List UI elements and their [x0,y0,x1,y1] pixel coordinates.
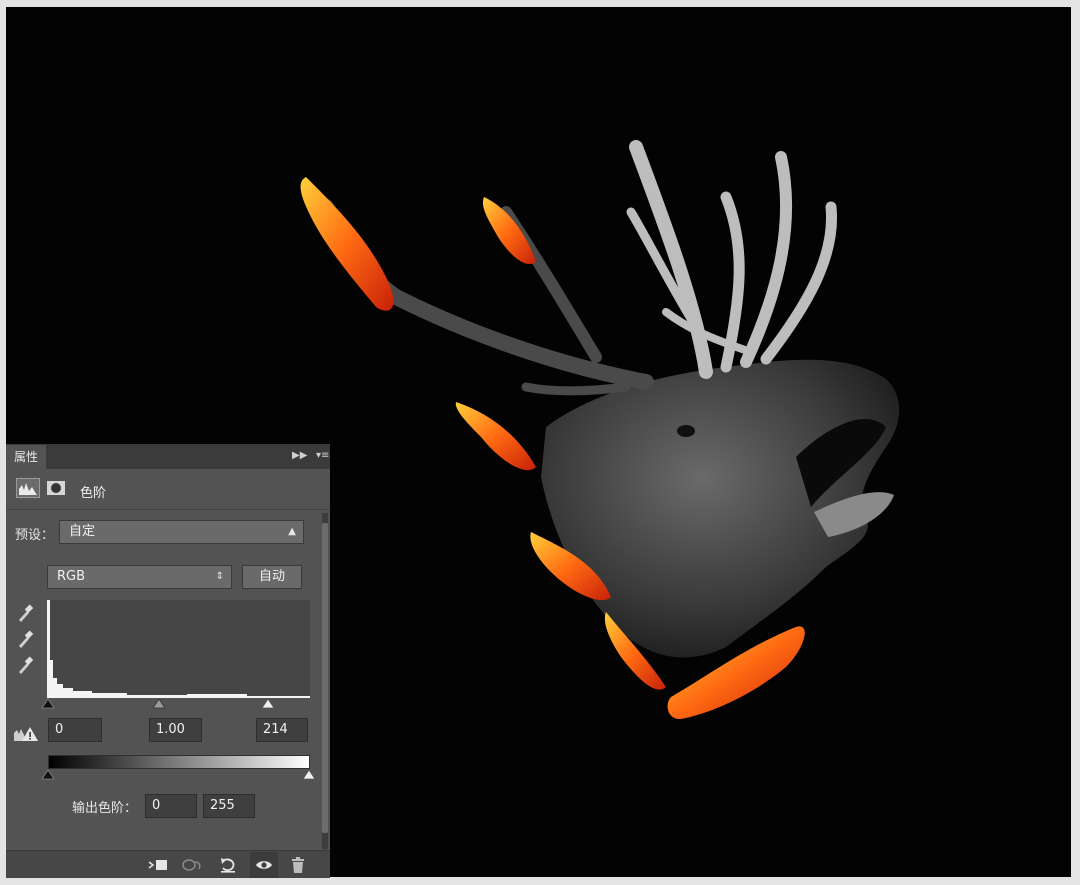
panel-bottom-toolbar [6,850,330,878]
adjustment-header: 色阶 [6,469,330,510]
panel-menu-icon[interactable]: ▾≡ [316,450,329,461]
eye-icon [256,861,272,869]
preset-label: 预设： [15,528,55,543]
adjustment-title: 色阶 [80,486,107,501]
output-gradient-bar [48,755,310,769]
preset-select[interactable]: 自定 ▲ [59,520,304,544]
input-white-field[interactable]: 214 [256,718,308,742]
clipping-warning-icon[interactable] [13,725,39,743]
panel-tab-bar: 属性 ▶▶ ▾≡ [6,445,330,469]
view-previous-state-icon[interactable] [181,856,205,874]
input-white-slider[interactable] [262,699,274,709]
output-white-slider[interactable] [303,770,315,780]
chevron-updown-icon: ▲ [288,526,296,537]
input-black-field[interactable]: 0 [48,718,102,742]
input-gamma-field[interactable]: 1.00 [149,718,202,742]
output-black-field[interactable]: 0 [145,794,197,818]
preset-value: 自定 [69,524,96,539]
eyedropper-white-icon[interactable] [16,655,34,675]
layer-mask-icon[interactable] [44,478,68,498]
input-gamma-slider[interactable] [153,699,165,709]
auto-button[interactable]: 自动 [242,565,302,589]
properties-panel: 属性 ▶▶ ▾≡ 色阶 预设： 自定 ▲ RGB ⇕ 自动 0 1.00 214… [6,444,330,878]
antlers-right [626,140,838,379]
levels-icon[interactable] [16,478,40,498]
trash-icon[interactable] [290,856,306,874]
levels-histogram [47,600,310,698]
panel-scrollbar[interactable] [322,513,328,849]
chevron-updown-icon: ⇕ [215,571,224,582]
tab-properties[interactable]: 属性 [6,445,46,469]
channel-value: RGB [57,569,86,584]
scrollbar-thumb[interactable] [322,523,328,833]
input-black-slider[interactable] [42,699,54,709]
output-white-field[interactable]: 255 [203,794,255,818]
output-levels-label: 输出色阶： [72,801,138,816]
eyedropper-gray-icon[interactable] [16,629,34,649]
visibility-toggle[interactable] [250,852,278,878]
double-chevron-right-icon[interactable]: ▶▶ [292,450,307,461]
clip-to-layer-icon[interactable] [147,856,169,874]
eyedropper-black-icon[interactable] [16,603,34,623]
deer-eye [677,425,695,437]
channel-select[interactable]: RGB ⇕ [47,565,232,589]
reset-icon[interactable] [218,856,238,874]
output-black-slider[interactable] [42,770,54,780]
